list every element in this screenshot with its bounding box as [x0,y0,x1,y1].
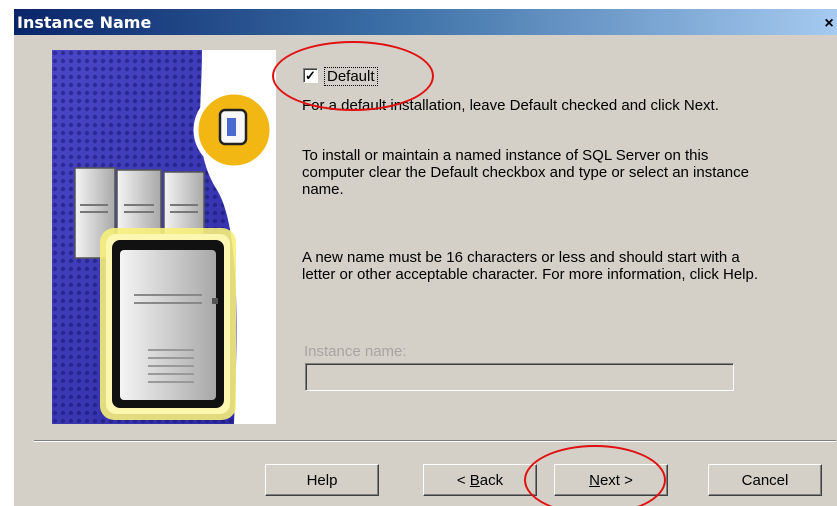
instance-name-input[interactable] [305,363,734,391]
help-button[interactable]: Help [265,464,379,496]
title-bar: Instance Name [14,9,837,35]
back-label-rest: ack [479,472,504,489]
server-illustration [52,50,276,424]
instance-name-label: Instance name: [304,343,407,360]
back-button[interactable]: < Back [423,464,537,496]
button-separator [34,440,836,442]
naming-rules: A new name must be 16 characters or less… [302,249,759,283]
window-title: Instance Name [17,13,152,32]
cancel-button[interactable]: Cancel [708,464,822,496]
back-mnemonic: B [469,472,480,489]
database-icon [193,89,275,171]
annotation-ellipse-next [524,445,666,506]
named-instance-instructions: To install or maintain a named instance … [302,147,749,198]
instance-name-dialog: Instance Name × ✓ Default For a default … [14,9,837,506]
annotation-ellipse-default [272,41,434,111]
back-prefix: < [456,472,470,489]
close-icon[interactable] [821,15,837,33]
